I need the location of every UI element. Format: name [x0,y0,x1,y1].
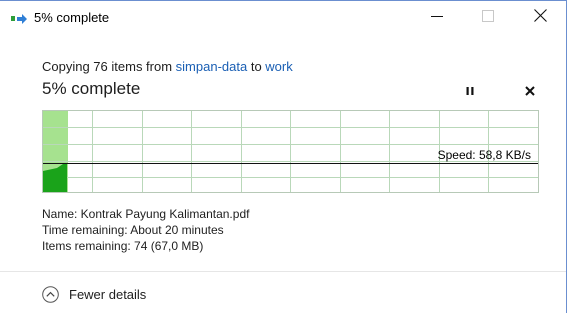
pause-icon [465,83,475,101]
cancel-button[interactable] [519,81,541,103]
minimize-button[interactable] [414,1,460,35]
close-button[interactable] [517,1,563,35]
fewer-details-toggle[interactable]: Fewer details [42,286,146,303]
destination-folder-link[interactable]: work [265,59,292,74]
chevron-up-icon [42,286,59,303]
file-copy-icon [11,12,28,24]
file-copy-dialog: 5% complete Copying 76 items from simpan… [0,0,567,313]
copy-description: Copying 76 items from simpan-data to wor… [42,59,293,74]
close-icon [533,9,547,27]
window-title: 5% complete [34,10,110,25]
items-remaining: Items remaining: 74 (67,0 MB) [42,239,204,253]
file-name: Name: Kontrak Payung Kalimantan.pdf [42,207,250,221]
maximize-icon [482,9,494,27]
speed-label: Speed: 58,8 KB/s [437,148,531,162]
minimize-icon [431,9,443,27]
copy-prefix: Copying 76 items from [42,59,176,74]
copy-middle: to [247,59,266,74]
footer-divider [0,271,566,272]
copy-details: Name: Kontrak Payung Kalimantan.pdf Time… [42,206,249,254]
progress-graph: Speed: 58,8 KB/s [42,110,539,193]
title-bar[interactable]: 5% complete [0,1,566,35]
cancel-icon [525,83,535,101]
time-remaining: Time remaining: About 20 minutes [42,223,224,237]
current-speed-line [43,163,538,164]
progress-status: 5% complete [42,79,141,98]
maximize-button[interactable] [465,1,511,35]
pause-button[interactable] [459,81,481,103]
fewer-details-label: Fewer details [69,287,147,302]
source-folder-link[interactable]: simpan-data [176,59,248,74]
